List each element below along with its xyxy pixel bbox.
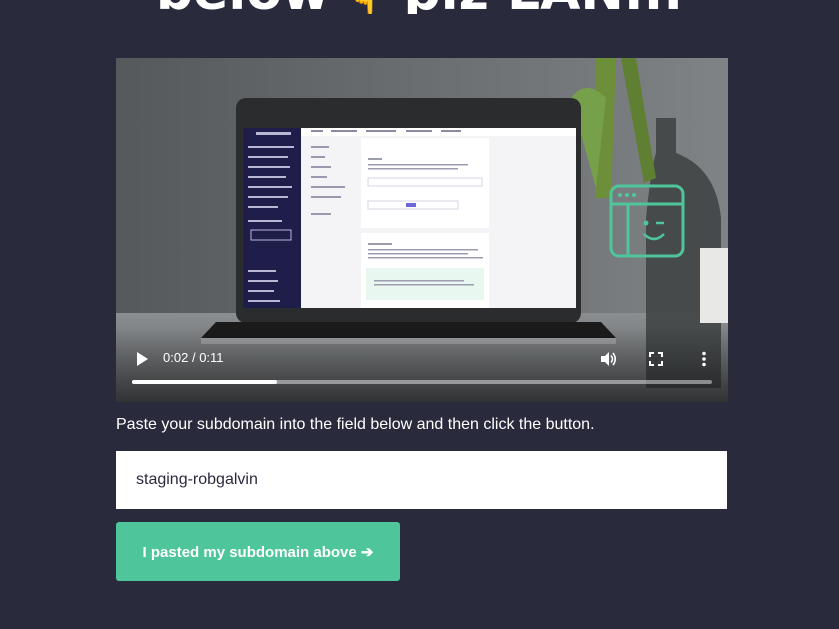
pointing-down-icon: 👇 (348, 0, 385, 14)
page-heading: below 👇 plz LAN... (0, 0, 839, 14)
heading-text-left: below (156, 0, 330, 14)
video-progress-fill (132, 380, 277, 384)
subdomain-input[interactable] (116, 451, 727, 509)
volume-icon[interactable] (598, 349, 618, 369)
heading-text-right: plz LAN... (404, 0, 684, 14)
instruction-text: Paste your subdomain into the field belo… (116, 416, 595, 433)
video-progress-bar[interactable] (132, 380, 712, 384)
current-time: 0:02 (163, 350, 189, 365)
time-separator: / (191, 350, 196, 365)
duration: 0:11 (199, 350, 224, 365)
video-time: 0:02 / 0:11 (163, 350, 224, 365)
fullscreen-icon[interactable] (646, 349, 666, 369)
play-icon[interactable] (135, 351, 149, 367)
video-player[interactable]: 0:02 / 0:11 (116, 58, 728, 402)
submit-subdomain-button[interactable]: I pasted my subdomain above ➔ (116, 522, 400, 581)
video-controls: 0:02 / 0:11 (116, 327, 728, 402)
more-options-icon[interactable] (694, 349, 714, 369)
